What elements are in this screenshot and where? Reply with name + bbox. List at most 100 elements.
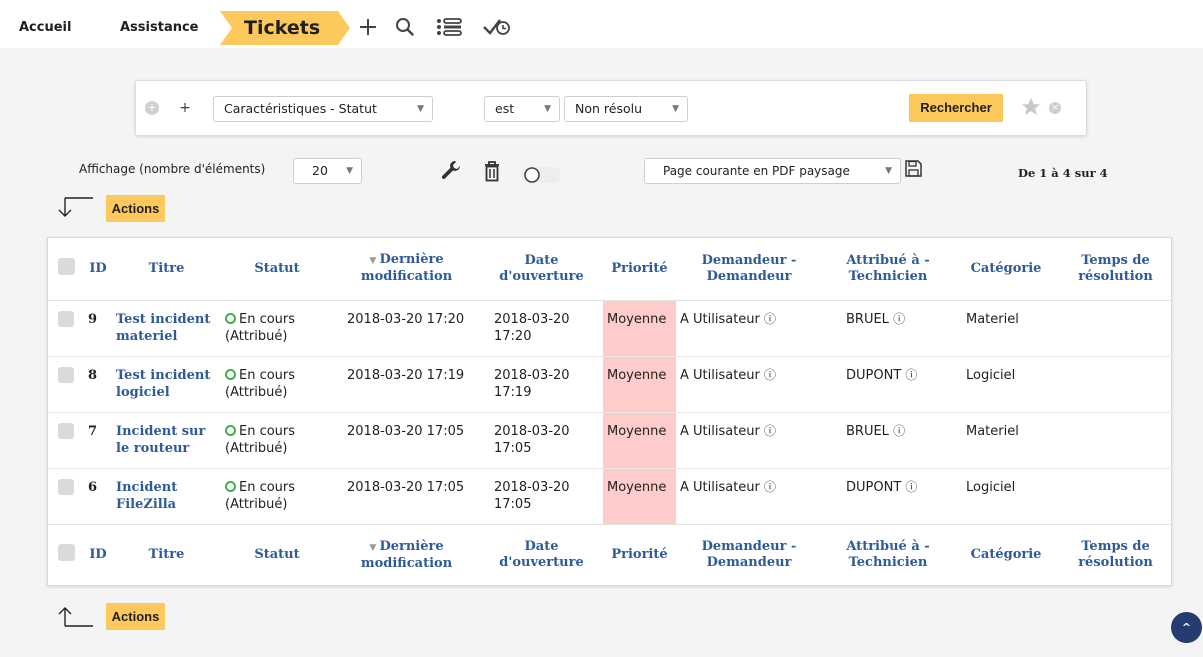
column-footer-technician[interactable]: Attribué à - Technicien: [822, 523, 954, 586]
column-header-id[interactable]: ID: [84, 238, 112, 301]
criteria-field-select[interactable]: Caractéristiques - Statut ▼: [213, 96, 433, 122]
row-checkbox[interactable]: [48, 412, 84, 469]
breadcrumb-tickets[interactable]: Tickets: [220, 11, 338, 45]
info-icon[interactable]: ⓘ: [764, 312, 776, 326]
ticket-opened: 2018-03-20 17:19: [480, 356, 603, 413]
value-value: Non résolu: [575, 101, 643, 116]
table-row[interactable]: 7 Incident sur le routeur En cours (Attrib…: [48, 412, 1173, 469]
ticket-priority: Moyenne: [603, 300, 676, 357]
column-header-priority[interactable]: Priorité: [603, 238, 676, 301]
ticket-category: Materiel: [954, 300, 1058, 357]
info-icon[interactable]: ⓘ: [893, 312, 905, 326]
wrench-icon[interactable]: [440, 160, 462, 182]
table-row[interactable]: 8 Test incident logiciel En cours (Attribu…: [48, 356, 1173, 413]
column-footer-title[interactable]: Titre: [112, 523, 221, 586]
criteria-field-value: Caractéristiques - Statut: [224, 101, 377, 116]
column-header-modified[interactable]: ▼ Dernière modification: [333, 238, 480, 301]
ticket-priority: Moyenne: [603, 356, 676, 413]
column-header-technician[interactable]: Attribué à - Technicien: [822, 238, 954, 301]
add-criteria-group-icon[interactable]: +: [145, 101, 159, 115]
column-header-opened[interactable]: Date d'ouverture: [480, 238, 603, 301]
chevron-down-icon: ▼: [672, 104, 679, 114]
column-header-status[interactable]: Statut: [221, 238, 333, 301]
add-criteria-icon[interactable]: +: [178, 101, 192, 115]
ticket-opened: 2018-03-20 17:05: [480, 412, 603, 469]
status-circle-icon: [225, 368, 236, 380]
info-icon[interactable]: ⓘ: [764, 424, 776, 438]
per-page-value: 20: [312, 163, 328, 178]
search-icon[interactable]: [392, 14, 418, 40]
ticket-priority: Moyenne: [603, 468, 676, 524]
list-icon[interactable]: [434, 14, 464, 40]
info-icon[interactable]: ⓘ: [764, 480, 776, 494]
column-header-requester[interactable]: Demandeur - Demandeur: [676, 238, 822, 301]
row-checkbox[interactable]: [48, 468, 84, 524]
row-checkbox[interactable]: [48, 300, 84, 357]
ticket-technician: DUPONT ⓘ: [846, 479, 918, 495]
table-row[interactable]: 9 Test incident materiel En cours (Attribu…: [48, 300, 1173, 357]
column-footer-id[interactable]: ID: [84, 523, 112, 586]
column-footer-modified[interactable]: ▼ Dernière modification: [333, 523, 480, 586]
column-footer-resolution[interactable]: Temps de résolution: [1058, 523, 1173, 586]
info-icon[interactable]: ⓘ: [905, 368, 917, 382]
ticket-resolution-time: [1058, 412, 1173, 469]
toggle-switch[interactable]: [520, 164, 564, 186]
ticket-requester: A Utilisateur ⓘ: [676, 412, 822, 469]
breadcrumb-assistance[interactable]: Assistance: [96, 11, 220, 45]
sort-desc-icon: ▼: [369, 542, 380, 553]
info-icon[interactable]: ⓘ: [905, 480, 917, 494]
header-bar: Accueil Assistance Tickets: [0, 0, 1203, 48]
ticket-id: 7: [84, 412, 112, 469]
ticket-technician: BRUEL ⓘ: [822, 300, 954, 357]
ticket-title-link[interactable]: Test incident logiciel: [116, 368, 210, 400]
check-clock-icon[interactable]: [480, 14, 514, 40]
ticket-technician: BRUEL ⓘ: [822, 412, 954, 469]
per-page-select[interactable]: 20 ▼: [293, 158, 362, 184]
ticket-modified: 2018-03-20 17:20: [333, 300, 480, 357]
arrow-up-icon: [57, 606, 93, 628]
ticket-status: En cours (Attribué): [221, 412, 333, 469]
ticket-technician: DUPONT ⓘ: [822, 356, 954, 413]
search-button[interactable]: Rechercher: [909, 94, 1003, 122]
actions-button-bottom[interactable]: Actions: [106, 603, 165, 630]
column-header-resolution[interactable]: Temps de résolution: [1058, 238, 1173, 301]
column-footer-category[interactable]: Catégorie: [954, 523, 1058, 586]
export-select[interactable]: Page courante en PDF paysage ▼: [644, 158, 901, 184]
select-all-checkbox[interactable]: [48, 238, 84, 301]
table-row[interactable]: 6 Incident FileZilla En cours (Attribué) 20…: [48, 468, 1173, 524]
per-page-label: Affichage (nombre d'éléments): [79, 162, 266, 176]
scroll-to-top-button[interactable]: ^: [1171, 612, 1202, 643]
chevron-down-icon: ▼: [417, 104, 424, 114]
ticket-requester: A Utilisateur ⓘ: [680, 479, 777, 495]
column-header-category[interactable]: Catégorie: [954, 238, 1058, 301]
actions-button-top[interactable]: Actions: [106, 195, 165, 222]
reset-icon[interactable]: ×: [1049, 102, 1061, 114]
ticket-category: Logiciel: [954, 356, 1058, 413]
star-icon[interactable]: [1018, 96, 1044, 122]
ticket-title-link[interactable]: Test incident materiel: [116, 312, 210, 344]
save-icon[interactable]: [904, 160, 922, 178]
value-select[interactable]: Non résolu ▼: [564, 96, 688, 122]
ticket-resolution-time: [1058, 356, 1173, 413]
operator-select[interactable]: est ▼: [484, 96, 560, 122]
column-footer-priority[interactable]: Priorité: [603, 523, 676, 586]
info-icon[interactable]: ⓘ: [764, 368, 776, 382]
plus-icon[interactable]: [356, 14, 380, 40]
column-footer-status[interactable]: Statut: [221, 523, 333, 586]
row-checkbox[interactable]: [48, 356, 84, 413]
status-circle-icon: [225, 424, 236, 436]
column-header-title[interactable]: Titre: [112, 238, 221, 301]
column-footer-requester[interactable]: Demandeur - Demandeur: [676, 523, 822, 586]
column-footer-opened[interactable]: Date d'ouverture: [480, 523, 603, 586]
chevron-down-icon: ▼: [885, 166, 892, 176]
table-footer-row: ID Titre Statut ▼ Dernière modification …: [48, 523, 1173, 586]
trash-icon[interactable]: [481, 160, 503, 184]
breadcrumb-tickets-arrow: [338, 11, 350, 45]
status-circle-icon: [225, 480, 236, 492]
ticket-opened: 2018-03-20 17:05: [494, 479, 570, 512]
ticket-title-link[interactable]: Incident FileZilla: [116, 480, 177, 512]
select-all-checkbox-footer[interactable]: [48, 523, 84, 586]
breadcrumb-accueil[interactable]: Accueil: [0, 11, 96, 45]
info-icon[interactable]: ⓘ: [893, 424, 905, 438]
ticket-title-link[interactable]: Incident sur le routeur: [116, 424, 205, 456]
